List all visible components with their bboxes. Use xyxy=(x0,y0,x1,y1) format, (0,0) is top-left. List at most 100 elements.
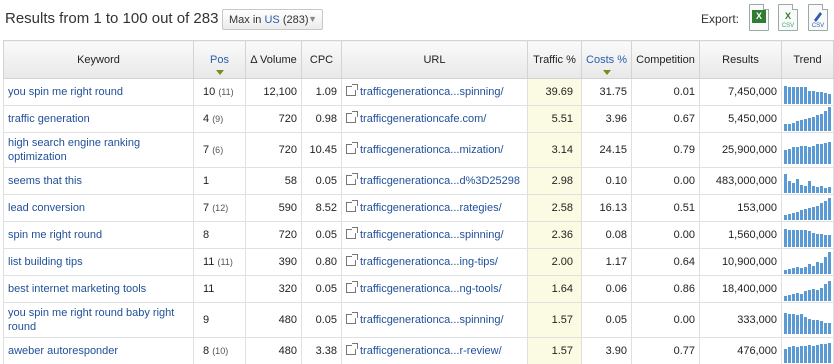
csv-semicolon-export-icon[interactable]: CSV xyxy=(808,4,828,31)
volume-cell: 12,100 xyxy=(245,78,302,106)
url-link[interactable]: trafficgenerationca...ng-tools/ xyxy=(360,283,502,295)
trend-cell xyxy=(781,194,834,222)
trend-bar xyxy=(796,314,799,334)
external-link-icon[interactable] xyxy=(346,312,358,324)
csv-glyph: X xyxy=(784,11,791,21)
url-cell: trafficgenerationca...ng-tools/ xyxy=(341,275,528,303)
col-volume[interactable]: Δ Volume xyxy=(245,40,302,79)
trend-bar xyxy=(820,185,823,193)
col-keyword[interactable]: Keyword xyxy=(3,40,194,79)
trend-bar xyxy=(820,287,823,301)
keyword-link[interactable]: high search engine ranking optimization xyxy=(3,132,194,168)
previous-position: (12) xyxy=(212,203,229,213)
traffic-cell: 5.51 xyxy=(527,105,582,133)
keyword-link[interactable]: seems that this xyxy=(3,167,194,195)
trend-bar xyxy=(816,115,819,131)
keyword-link[interactable]: you spin me right round baby right round xyxy=(3,302,194,338)
url-link[interactable]: trafficgenerationca...spinning/ xyxy=(360,229,504,241)
url-cell: trafficgenerationca...ing-tips/ xyxy=(341,248,528,276)
trend-sparkline xyxy=(784,107,831,131)
trend-sparkline xyxy=(784,136,831,164)
export-label: Export: xyxy=(701,12,740,26)
keyword-link[interactable]: traffic generation xyxy=(3,105,194,133)
trend-bar xyxy=(784,215,787,220)
sort-arrow-icon xyxy=(602,70,611,75)
trend-cell xyxy=(781,221,834,249)
trend-bar xyxy=(812,320,815,334)
url-link[interactable]: trafficgenerationca...r-review/ xyxy=(360,345,502,357)
excel-export-icon[interactable]: X xyxy=(749,4,769,31)
col-competition[interactable]: Competition xyxy=(631,40,700,79)
col-cpc[interactable]: CPC xyxy=(301,40,342,79)
trend-bar xyxy=(828,280,831,301)
trend-bar xyxy=(828,107,831,131)
results-cell: 153,000 xyxy=(699,194,782,222)
url-link[interactable]: trafficgenerationca...spinning/ xyxy=(360,314,504,326)
trend-bar xyxy=(800,268,803,274)
trend-cell xyxy=(781,275,834,303)
col-traffic[interactable]: Traffic % xyxy=(527,40,582,79)
url-link[interactable]: trafficgenerationca...ing-tips/ xyxy=(360,256,498,268)
trend-bar xyxy=(804,145,807,164)
col-pos[interactable]: Pos xyxy=(193,40,246,79)
keywords-table: Keyword Pos Δ Volume CPC URL Traffic % C… xyxy=(3,40,834,364)
url-link[interactable]: trafficgenerationcafe.com/ xyxy=(360,113,486,125)
keyword-link[interactable]: lead conversion xyxy=(3,194,194,222)
trend-bar xyxy=(828,187,831,193)
trend-bar xyxy=(808,230,811,247)
trend-sparkline xyxy=(784,277,831,301)
sort-arrow-icon xyxy=(215,70,224,75)
external-link-icon[interactable] xyxy=(346,111,358,123)
trend-sparkline xyxy=(784,223,831,247)
external-link-icon[interactable] xyxy=(346,254,358,266)
external-link-icon[interactable] xyxy=(346,227,358,239)
database-select[interactable]: Max in US (283) ▼ xyxy=(222,9,323,30)
keyword-link[interactable]: best internet marketing tools xyxy=(3,275,194,303)
col-costs[interactable]: Costs % xyxy=(581,40,632,79)
competition-cell: 0.01 xyxy=(631,78,700,106)
competition-cell: 0.79 xyxy=(631,132,700,168)
trend-bar xyxy=(824,200,827,220)
external-link-icon[interactable] xyxy=(346,200,358,212)
url-link[interactable]: trafficgenerationca...rategies/ xyxy=(360,202,502,214)
traffic-cell: 1.64 xyxy=(527,275,582,303)
trend-bar xyxy=(812,90,815,104)
trend-bar xyxy=(804,209,807,220)
trend-cell xyxy=(781,105,834,133)
trend-bar xyxy=(828,94,831,104)
keyword-link[interactable]: list building tips xyxy=(3,248,194,276)
trend-bar xyxy=(820,114,823,131)
external-link-icon[interactable] xyxy=(346,281,358,293)
keyword-link[interactable]: aweber autoresponder xyxy=(3,337,194,364)
trend-bar xyxy=(804,346,807,363)
url-cell: trafficgenerationca...d%3D25298 xyxy=(341,167,528,195)
external-link-icon[interactable] xyxy=(346,343,358,355)
position-cell: 8 (10) xyxy=(193,337,246,364)
volume-cell: 480 xyxy=(245,302,302,338)
external-link-icon[interactable] xyxy=(346,84,358,96)
competition-cell: 0.00 xyxy=(631,221,700,249)
cpc-cell: 0.05 xyxy=(301,275,342,303)
col-results[interactable]: Results xyxy=(699,40,782,79)
url-link[interactable]: trafficgenerationca...spinning/ xyxy=(360,86,504,98)
col-url[interactable]: URL xyxy=(341,40,528,79)
table-row: lead conversion 7 (12) 590 8.52 trafficgener… xyxy=(3,194,834,222)
external-link-icon[interactable] xyxy=(346,142,358,154)
trend-cell xyxy=(781,78,834,106)
csv-export-icon[interactable]: X CSV xyxy=(778,4,798,31)
col-trend[interactable]: Trend xyxy=(781,40,834,79)
table-row: traffic generation 4 (9) 720 0.98 trafficgen… xyxy=(3,105,834,133)
trend-cell xyxy=(781,248,834,276)
table-row: aweber autoresponder 8 (10) 480 3.38 traffic… xyxy=(3,337,834,364)
url-link[interactable]: trafficgenerationca...d%3D25298 xyxy=(360,175,520,187)
external-link-icon[interactable] xyxy=(346,173,358,185)
keyword-link[interactable]: spin me right round xyxy=(3,221,194,249)
trend-bar xyxy=(824,235,827,247)
table-row: best internet marketing tools 11 320 0.05 t… xyxy=(3,275,834,303)
trend-bar xyxy=(784,173,787,193)
url-link[interactable]: trafficgenerationca...mization/ xyxy=(360,144,503,156)
results-cell: 5,450,000 xyxy=(699,105,782,133)
keyword-link[interactable]: you spin me right round xyxy=(3,78,194,106)
trend-bar xyxy=(796,147,799,164)
position-value: 9 xyxy=(203,314,210,326)
